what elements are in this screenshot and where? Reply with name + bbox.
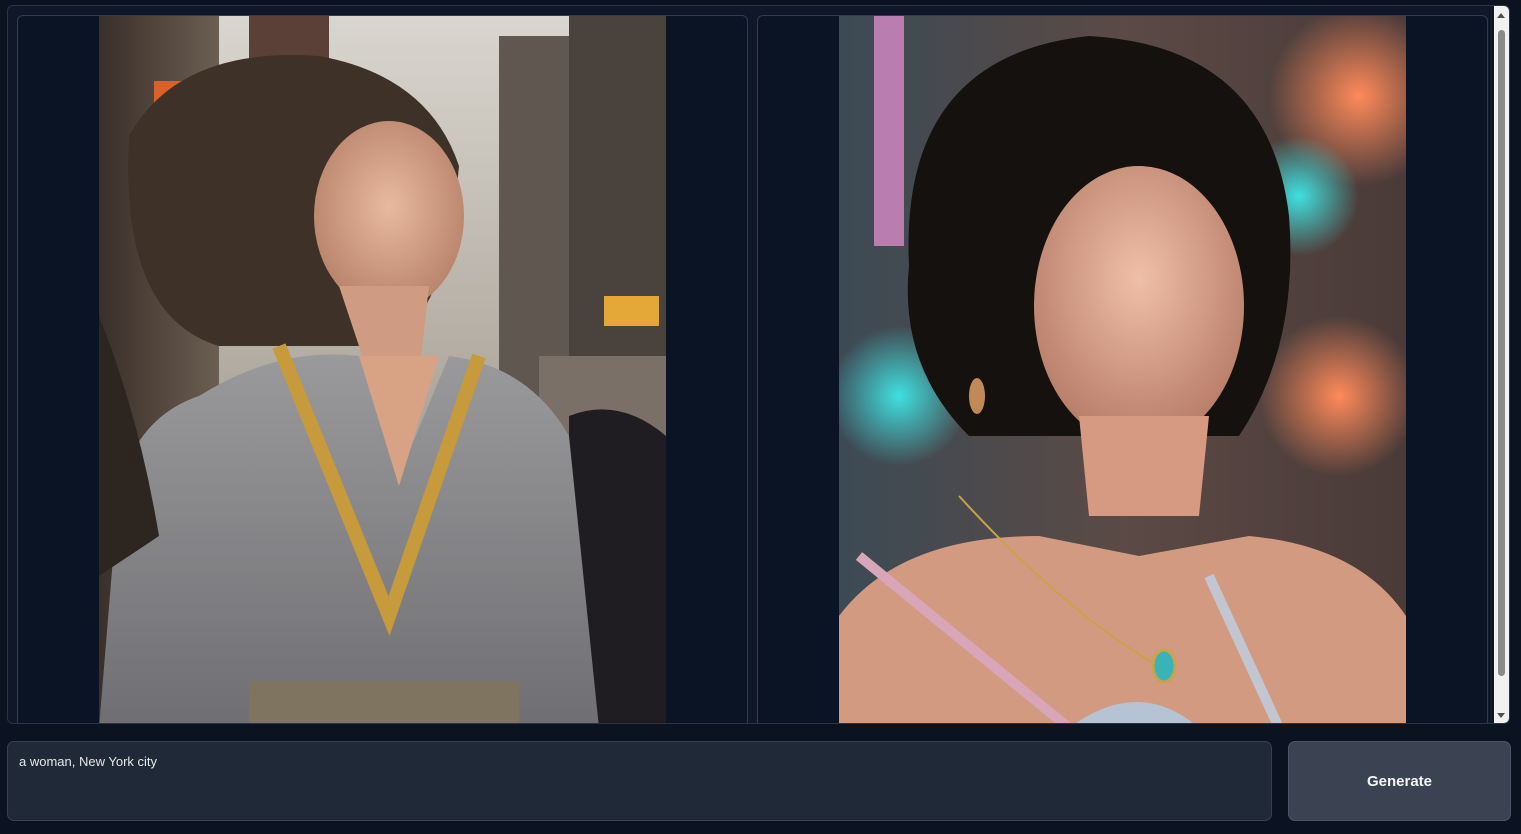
generate-button[interactable]: Generate bbox=[1288, 741, 1511, 821]
gallery-item-2[interactable] bbox=[757, 15, 1488, 723]
photo-woman-grey-dress bbox=[99, 16, 666, 723]
gallery-scrollbar[interactable] bbox=[1494, 6, 1509, 723]
prompt-text: a woman, New York city bbox=[19, 754, 158, 769]
photo-woman-neon-street bbox=[839, 16, 1406, 723]
scrollbar-thumb[interactable] bbox=[1498, 30, 1505, 676]
generated-image-1[interactable] bbox=[99, 16, 666, 723]
generate-button-label: Generate bbox=[1366, 772, 1433, 790]
scroll-down-icon[interactable] bbox=[1497, 713, 1505, 718]
image-gallery bbox=[7, 5, 1510, 724]
scroll-up-icon[interactable] bbox=[1497, 13, 1505, 18]
generated-image-2[interactable] bbox=[839, 16, 1406, 723]
gallery-item-1[interactable] bbox=[17, 15, 748, 723]
prompt-input[interactable]: a woman, New York city bbox=[7, 741, 1272, 821]
